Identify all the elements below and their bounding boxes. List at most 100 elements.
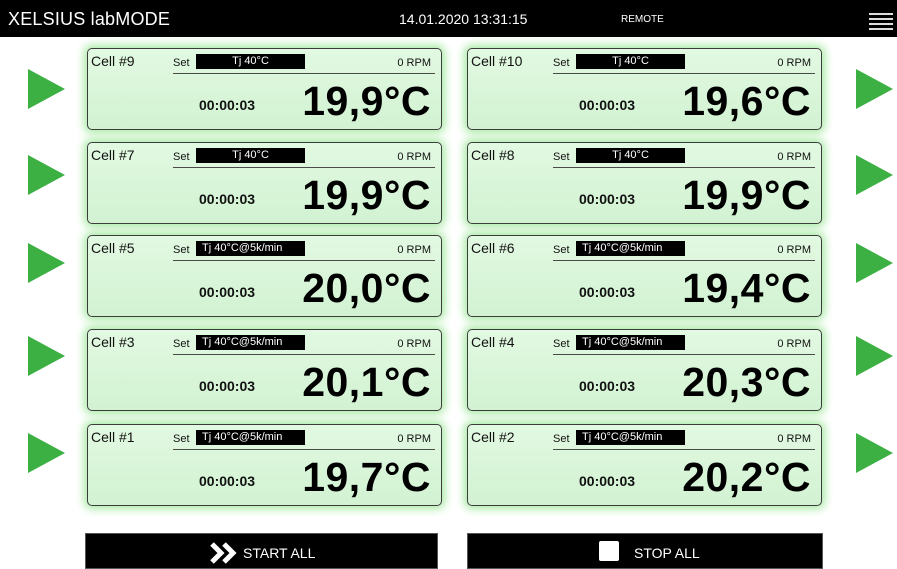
divider [173, 260, 435, 261]
elapsed-timer: 00:00:03 [579, 378, 636, 394]
temperature-readout: 20,0°C [302, 265, 431, 311]
elapsed-timer: 00:00:03 [199, 284, 256, 300]
setpoint-value: Tj 40°C [576, 148, 685, 163]
set-label: Set [173, 338, 190, 350]
elapsed-timer: 00:00:03 [199, 473, 256, 489]
elapsed-timer: 00:00:03 [199, 191, 256, 207]
temperature-readout: 20,2°C [682, 454, 811, 500]
cell-panel-1[interactable]: Cell #1 Set Tj 40°C@5k/min 0 RPM 00:00:0… [87, 424, 442, 506]
temperature-readout: 19,9°C [682, 172, 811, 218]
set-label: Set [173, 433, 190, 445]
divider [173, 167, 435, 168]
play-icon[interactable] [856, 243, 893, 283]
set-label: Set [173, 244, 190, 256]
rpm-value: 0 RPM [397, 151, 431, 163]
set-label: Set [553, 433, 570, 445]
setpoint-value: Tj 40°C@5k/min [196, 335, 305, 350]
cell-panel-3[interactable]: Cell #3 Set Tj 40°C@5k/min 0 RPM 00:00:0… [87, 329, 442, 411]
cell-panel-9[interactable]: Cell #9 Set Tj 40°C 0 RPM 00:00:03 19,9°… [87, 48, 442, 130]
rpm-value: 0 RPM [397, 244, 431, 256]
setpoint-value: Tj 40°C [576, 54, 685, 69]
top-bar: XELSIUS labMODE 14.01.2020 13:31:15 REMO… [0, 0, 897, 37]
setpoint-value: Tj 40°C@5k/min [576, 241, 685, 256]
setpoint-value: Tj 40°C [196, 148, 305, 163]
divider [553, 167, 815, 168]
play-icon[interactable] [28, 69, 65, 109]
stop-all-label: STOP ALL [634, 545, 700, 561]
setpoint-value: Tj 40°C [196, 54, 305, 69]
elapsed-timer: 00:00:03 [579, 473, 636, 489]
temperature-readout: 19,9°C [302, 172, 431, 218]
rpm-value: 0 RPM [397, 57, 431, 69]
elapsed-timer: 00:00:03 [199, 97, 256, 113]
setpoint-value: Tj 40°C@5k/min [196, 241, 305, 256]
set-label: Set [173, 151, 190, 163]
divider [553, 449, 815, 450]
datetime-display: 14.01.2020 13:31:15 [399, 11, 528, 27]
remote-status: REMOTE [621, 14, 664, 25]
rpm-value: 0 RPM [777, 338, 811, 350]
cell-name: Cell #2 [471, 429, 515, 445]
cell-name: Cell #8 [471, 147, 515, 163]
stop-all-button[interactable]: STOP ALL [467, 533, 823, 569]
cell-name: Cell #7 [91, 147, 135, 163]
play-icon[interactable] [28, 336, 65, 376]
divider [553, 73, 815, 74]
play-icon[interactable] [856, 433, 893, 473]
set-label: Set [553, 338, 570, 350]
temperature-readout: 20,1°C [302, 359, 431, 405]
temperature-readout: 19,7°C [302, 454, 431, 500]
start-all-button[interactable]: START ALL [85, 533, 438, 569]
set-label: Set [553, 244, 570, 256]
rpm-value: 0 RPM [777, 151, 811, 163]
play-icon[interactable] [856, 69, 893, 109]
cell-name: Cell #3 [91, 334, 135, 350]
cell-name: Cell #4 [471, 334, 515, 350]
cell-name: Cell #9 [91, 53, 135, 69]
setpoint-value: Tj 40°C@5k/min [576, 335, 685, 350]
play-icon[interactable] [28, 433, 65, 473]
app-title: XELSIUS labMODE [8, 9, 171, 29]
cell-panel-6[interactable]: Cell #6 Set Tj 40°C@5k/min 0 RPM 00:00:0… [467, 235, 822, 317]
cell-panel-8[interactable]: Cell #8 Set Tj 40°C 0 RPM 00:00:03 19,9°… [467, 142, 822, 224]
temperature-readout: 19,6°C [682, 78, 811, 124]
play-icon[interactable] [28, 155, 65, 195]
elapsed-timer: 00:00:03 [199, 378, 256, 394]
rpm-value: 0 RPM [777, 433, 811, 445]
cell-panel-5[interactable]: Cell #5 Set Tj 40°C@5k/min 0 RPM 00:00:0… [87, 235, 442, 317]
temperature-readout: 19,9°C [302, 78, 431, 124]
temperature-readout: 19,4°C [682, 265, 811, 311]
setpoint-value: Tj 40°C@5k/min [576, 430, 685, 445]
hamburger-menu-icon[interactable] [869, 13, 893, 31]
rpm-value: 0 RPM [777, 57, 811, 69]
cell-panel-2[interactable]: Cell #2 Set Tj 40°C@5k/min 0 RPM 00:00:0… [467, 424, 822, 506]
divider [173, 73, 435, 74]
play-icon[interactable] [28, 243, 65, 283]
start-all-label: START ALL [243, 545, 316, 561]
divider [173, 354, 435, 355]
stop-square-icon [599, 541, 619, 561]
elapsed-timer: 00:00:03 [579, 191, 636, 207]
cell-name: Cell #10 [471, 53, 523, 69]
cell-name: Cell #6 [471, 240, 515, 256]
rpm-value: 0 RPM [397, 433, 431, 445]
cell-panel-10[interactable]: Cell #10 Set Tj 40°C 0 RPM 00:00:03 19,6… [467, 48, 822, 130]
setpoint-value: Tj 40°C@5k/min [196, 430, 305, 445]
divider [173, 449, 435, 450]
double-chevron-right-icon [210, 542, 237, 564]
cell-panel-7[interactable]: Cell #7 Set Tj 40°C 0 RPM 00:00:03 19,9°… [87, 142, 442, 224]
elapsed-timer: 00:00:03 [579, 97, 636, 113]
cell-name: Cell #5 [91, 240, 135, 256]
play-icon[interactable] [856, 155, 893, 195]
cell-panel-4[interactable]: Cell #4 Set Tj 40°C@5k/min 0 RPM 00:00:0… [467, 329, 822, 411]
set-label: Set [173, 57, 190, 69]
rpm-value: 0 RPM [777, 244, 811, 256]
set-label: Set [553, 57, 570, 69]
elapsed-timer: 00:00:03 [579, 284, 636, 300]
set-label: Set [553, 151, 570, 163]
temperature-readout: 20,3°C [682, 359, 811, 405]
play-icon[interactable] [856, 336, 893, 376]
divider [553, 354, 815, 355]
cell-name: Cell #1 [91, 429, 135, 445]
rpm-value: 0 RPM [397, 338, 431, 350]
